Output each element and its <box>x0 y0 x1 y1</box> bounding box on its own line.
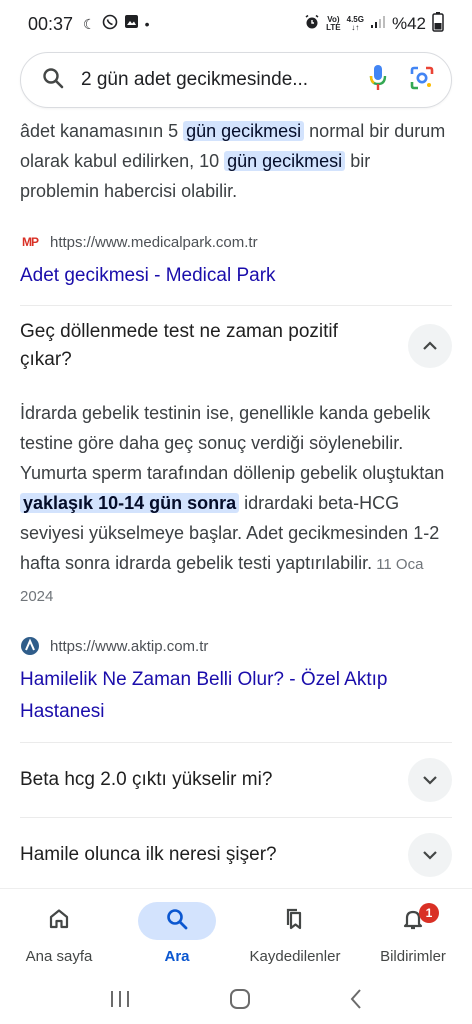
microphone-icon[interactable] <box>369 64 387 97</box>
status-time: 00:37 <box>28 13 74 34</box>
whatsapp-icon <box>102 14 118 35</box>
home-button-icon[interactable] <box>229 988 251 1015</box>
highlight: yaklaşık 10-14 gün sonra <box>20 493 240 513</box>
faq-item-expanded[interactable]: Geç döllenmede test ne zaman pozitif çık… <box>0 306 472 374</box>
battery-level: %42 <box>391 14 426 33</box>
nav-home[interactable]: Ana sayfa <box>0 889 118 978</box>
battery-icon <box>432 11 444 37</box>
bottom-navigation: Ana sayfa Ara Kaydedilenler 1 Bildirimle… <box>0 888 472 978</box>
faq-question[interactable]: Beta hcg 2.0 çıktı yükselir mi? <box>20 766 272 794</box>
lens-icon[interactable] <box>409 65 435 96</box>
chevron-up-icon[interactable] <box>408 324 452 368</box>
gallery-icon <box>124 14 139 34</box>
source-row[interactable]: MP https://www.medicalpark.com.tr <box>0 230 472 254</box>
source-row[interactable]: https://www.aktip.com.tr <box>0 634 472 658</box>
faq-question[interactable]: Hamile olunca ilk neresi şişer? <box>20 841 277 869</box>
search-icon <box>165 907 189 936</box>
faq-item[interactable]: Beta hcg 2.0 çıktı yükselir mi? <box>0 743 472 817</box>
results-content: âdet kanamasının 5 gün gecikmesi normal … <box>0 112 472 892</box>
network-type-icon: 4.5G ↓↑ <box>346 15 364 32</box>
notification-badge: 1 <box>419 903 439 923</box>
saved-collections-icon <box>283 907 307 936</box>
moon-icon: ☾ <box>83 16 96 32</box>
home-icon <box>47 907 71 936</box>
search-bar[interactable]: 2 gün adet gecikmesinde... <box>20 52 452 108</box>
highlight: gün gecikmesi <box>183 121 305 141</box>
nav-saved[interactable]: Kaydedilenler <box>236 889 354 978</box>
result-link[interactable]: Hamilelik Ne Zaman Belli Olur? - Özel Ak… <box>0 664 472 728</box>
faq-answer: İdrarda gebelik testinin ise, genellikle… <box>20 403 445 605</box>
dot-icon: • <box>144 16 150 32</box>
search-input[interactable]: 2 gün adet gecikmesinde... <box>81 69 369 91</box>
medicalpark-favicon: MP <box>22 235 39 249</box>
source-url[interactable]: https://www.aktip.com.tr <box>50 638 208 655</box>
system-navigation <box>0 978 472 1024</box>
aktip-favicon <box>20 636 40 656</box>
nav-search[interactable]: Ara <box>118 889 236 978</box>
highlight: gün gecikmesi <box>224 151 346 171</box>
chevron-down-icon[interactable] <box>408 758 452 802</box>
faq-question[interactable]: Geç döllenmede test ne zaman pozitif çık… <box>20 318 380 374</box>
chevron-down-icon[interactable] <box>408 833 452 877</box>
nav-notifications[interactable]: 1 Bildirimler <box>354 889 472 978</box>
signal-icon <box>370 14 386 34</box>
faq-item[interactable]: Hamile olunca ilk neresi şişer? <box>0 818 472 892</box>
search-icon[interactable] <box>41 66 65 95</box>
result-link[interactable]: Adet gecikmesi - Medical Park <box>0 260 472 292</box>
volte-icon: Vo) LTE <box>326 15 341 32</box>
alarm-icon <box>304 14 320 35</box>
recent-apps-icon[interactable] <box>109 989 131 1014</box>
snippet-text: âdet kanamasının 5 gün gecikmesi normal … <box>20 121 446 201</box>
status-bar: 00:37 ☾ • Vo) LTE 4.5G ↓↑ %42 <box>0 0 472 48</box>
source-url[interactable]: https://www.medicalpark.com.tr <box>50 234 258 251</box>
back-icon[interactable] <box>349 988 363 1015</box>
